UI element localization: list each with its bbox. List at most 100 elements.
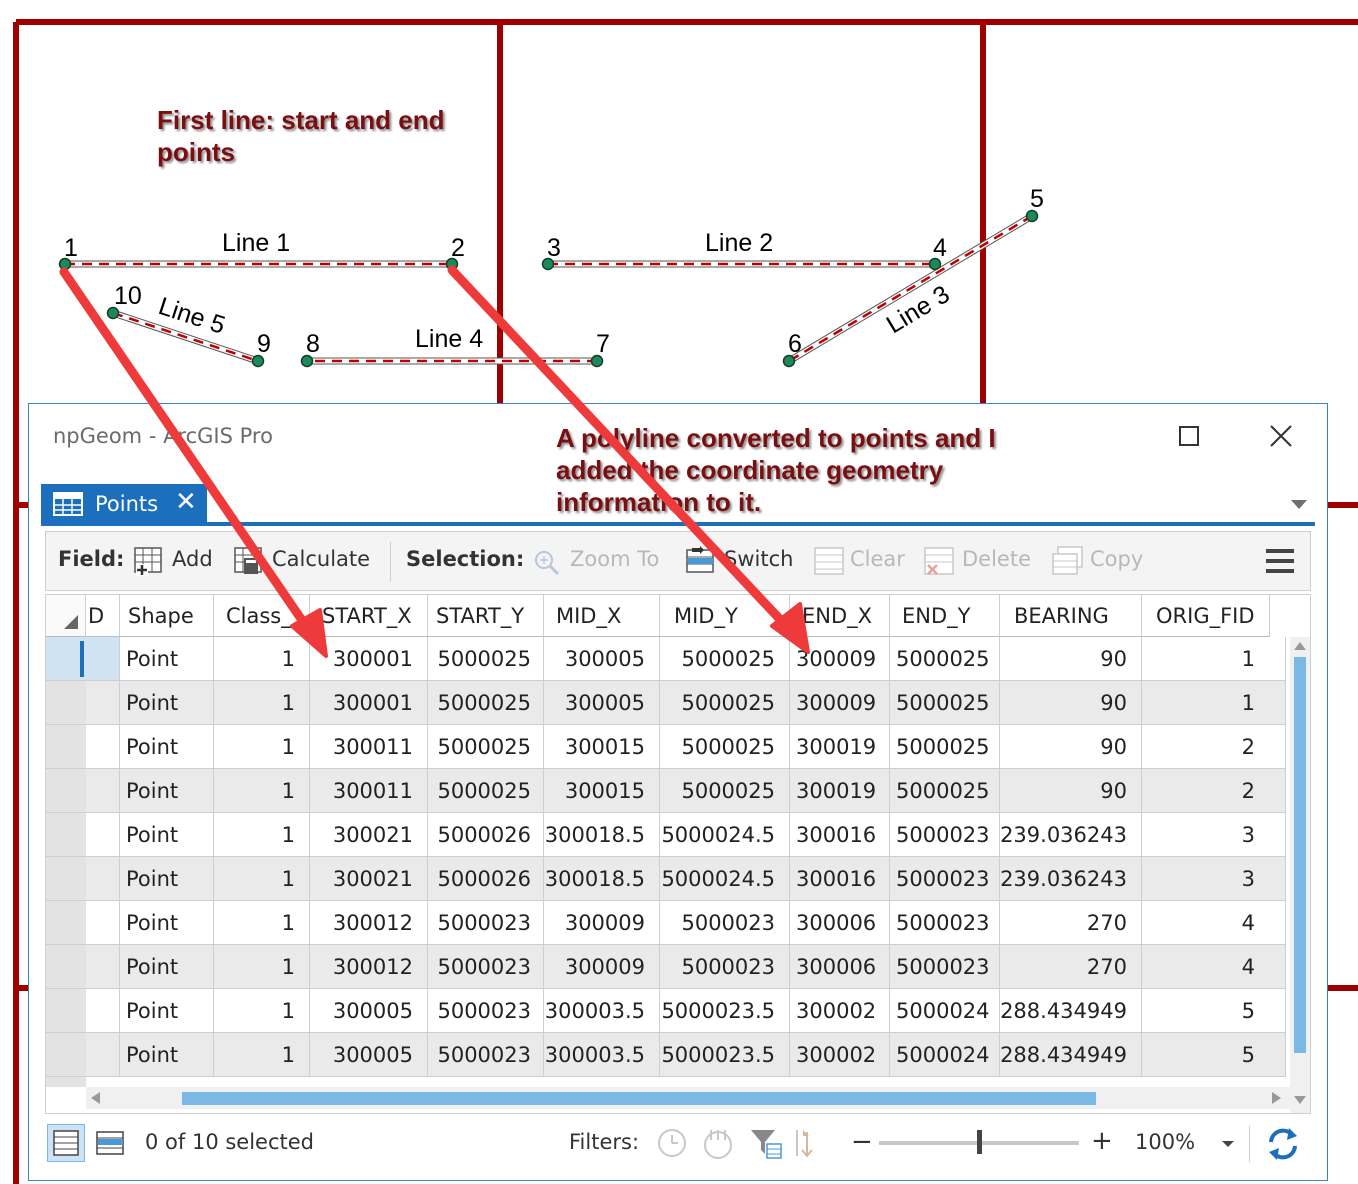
table-cell[interactable]: 5000024.5 bbox=[660, 857, 790, 901]
table-cell[interactable]: 1 bbox=[214, 813, 310, 857]
add-field-button[interactable]: Add bbox=[172, 547, 213, 571]
table-cell[interactable]: 5 bbox=[1142, 1033, 1286, 1077]
table-cell[interactable]: 300018.5 bbox=[544, 857, 660, 901]
row-selector[interactable] bbox=[46, 637, 86, 681]
table-cell[interactable]: 2 bbox=[1142, 769, 1286, 813]
table-cell[interactable]: 5000023 bbox=[890, 945, 1000, 989]
table-cell[interactable]: 5000024 bbox=[890, 989, 1000, 1033]
table-row[interactable]: Point 1 300001 5000025 300005 5000025 300009 50… bbox=[46, 681, 1286, 725]
row-selector[interactable] bbox=[46, 769, 86, 813]
table-cell[interactable]: 1 bbox=[214, 945, 310, 989]
table-cell-d[interactable] bbox=[86, 725, 120, 769]
row-selector[interactable] bbox=[46, 857, 86, 901]
table-cell[interactable]: 239.036243 bbox=[1000, 813, 1142, 857]
table-cell[interactable]: 300015 bbox=[544, 769, 660, 813]
vertical-scroll-thumb[interactable] bbox=[1294, 657, 1306, 1053]
table-cell[interactable]: 300005 bbox=[310, 1033, 428, 1077]
table-cell[interactable]: 300002 bbox=[790, 989, 890, 1033]
table-cell[interactable]: 1 bbox=[214, 989, 310, 1033]
table-cell[interactable]: 5000024.5 bbox=[660, 813, 790, 857]
row-selector[interactable] bbox=[46, 989, 86, 1033]
vertical-scrollbar[interactable] bbox=[1290, 637, 1310, 1113]
table-cell[interactable]: 288.434949 bbox=[1000, 989, 1142, 1033]
table-cell[interactable]: Point bbox=[120, 813, 214, 857]
menu-icon[interactable] bbox=[1266, 548, 1296, 580]
table-row[interactable]: Point 1 300011 5000025 300015 5000025 300019 50… bbox=[46, 769, 1286, 813]
table-cell-d[interactable] bbox=[86, 813, 120, 857]
table-cell[interactable]: Point bbox=[120, 769, 214, 813]
table-row[interactable]: Point 1 300005 5000023 300003.5 5000023.5 3000… bbox=[46, 1033, 1286, 1077]
tab-points[interactable]: Points ✕ bbox=[41, 484, 207, 524]
table-cell[interactable]: 1 bbox=[214, 725, 310, 769]
table-cell[interactable]: 288.434949 bbox=[1000, 1033, 1142, 1077]
table-cell[interactable]: 300019 bbox=[790, 769, 890, 813]
table-cell-d[interactable] bbox=[86, 901, 120, 945]
row-selector[interactable] bbox=[46, 813, 86, 857]
table-cell[interactable]: 300005 bbox=[310, 989, 428, 1033]
show-selected-records-button[interactable] bbox=[93, 1126, 129, 1162]
table-cell[interactable]: 270 bbox=[1000, 901, 1142, 945]
table-cell[interactable]: 4 bbox=[1142, 901, 1286, 945]
zoom-level[interactable]: 100% bbox=[1135, 1130, 1195, 1154]
table-cell-d[interactable] bbox=[86, 857, 120, 901]
table-cell[interactable]: 5000023.5 bbox=[660, 1033, 790, 1077]
table-cell[interactable]: 5000025 bbox=[428, 637, 544, 681]
table-cell[interactable]: 1 bbox=[214, 857, 310, 901]
column-header-end-y[interactable]: END_Y bbox=[890, 595, 1000, 637]
zoom-out-button[interactable]: − bbox=[851, 1127, 873, 1157]
table-cell[interactable]: 300009 bbox=[790, 681, 890, 725]
calculate-field-button[interactable]: Calculate bbox=[272, 547, 370, 571]
table-cell[interactable]: 1 bbox=[214, 1033, 310, 1077]
table-row[interactable]: Point 1 300021 5000026 300018.5 5000024.5 3000… bbox=[46, 857, 1286, 901]
zoom-to-button[interactable]: Zoom To bbox=[570, 547, 659, 571]
table-cell[interactable]: 5000026 bbox=[428, 813, 544, 857]
table-cell[interactable]: 300003.5 bbox=[544, 989, 660, 1033]
table-cell[interactable]: 90 bbox=[1000, 725, 1142, 769]
table-cell[interactable]: 300005 bbox=[544, 637, 660, 681]
table-cell[interactable]: 90 bbox=[1000, 769, 1142, 813]
sort-icon[interactable] bbox=[789, 1126, 817, 1164]
table-cell[interactable]: 5000025 bbox=[890, 637, 1000, 681]
table-cell[interactable]: 5000023 bbox=[660, 945, 790, 989]
table-cell[interactable]: 5000025 bbox=[660, 681, 790, 725]
table-cell[interactable]: 5000025 bbox=[428, 681, 544, 725]
table-cell-d[interactable] bbox=[86, 989, 120, 1033]
table-cell[interactable]: 1 bbox=[214, 901, 310, 945]
column-header-d[interactable]: D bbox=[86, 595, 120, 637]
table-cell[interactable]: 5000023 bbox=[890, 813, 1000, 857]
tab-close-icon[interactable]: ✕ bbox=[175, 487, 197, 517]
row-selector[interactable] bbox=[46, 725, 86, 769]
table-cell[interactable]: 300001 bbox=[310, 637, 428, 681]
select-all-corner[interactable] bbox=[46, 595, 86, 637]
table-cell[interactable]: 4 bbox=[1142, 945, 1286, 989]
table-cell[interactable]: 300012 bbox=[310, 945, 428, 989]
table-cell[interactable]: 5000026 bbox=[428, 857, 544, 901]
column-header-mid-y[interactable]: MID_Y bbox=[660, 595, 790, 637]
table-cell[interactable]: 300009 bbox=[544, 901, 660, 945]
table-cell[interactable]: 300002 bbox=[790, 1033, 890, 1077]
table-cell[interactable]: Point bbox=[120, 945, 214, 989]
table-cell[interactable]: 5000023 bbox=[428, 1033, 544, 1077]
column-header-orig-fid[interactable]: ORIG_FID bbox=[1142, 595, 1270, 637]
table-cell[interactable]: 3 bbox=[1142, 857, 1286, 901]
show-all-records-button[interactable] bbox=[47, 1124, 85, 1162]
table-cell[interactable]: 5000023.5 bbox=[660, 989, 790, 1033]
zoom-dropdown-chevron-down-icon[interactable] bbox=[1221, 1134, 1235, 1153]
table-cell[interactable]: 1 bbox=[1142, 637, 1286, 681]
table-cell[interactable]: Point bbox=[120, 857, 214, 901]
table-cell[interactable]: 1 bbox=[214, 637, 310, 681]
delete-button[interactable]: Delete bbox=[962, 547, 1031, 571]
table-row[interactable]: Point 1 300011 5000025 300015 5000025 300019 50… bbox=[46, 725, 1286, 769]
column-header-class[interactable]: Class_ bbox=[214, 595, 310, 637]
maximize-icon[interactable] bbox=[1169, 416, 1209, 456]
table-cell-d[interactable] bbox=[86, 637, 120, 681]
table-cell[interactable]: 5000025 bbox=[660, 637, 790, 681]
table-cell[interactable]: 300011 bbox=[310, 725, 428, 769]
row-selector[interactable] bbox=[46, 681, 86, 725]
column-header-start-x[interactable]: START_X bbox=[310, 595, 428, 637]
clear-selection-button[interactable]: Clear bbox=[850, 547, 905, 571]
table-cell[interactable]: 5000025 bbox=[890, 681, 1000, 725]
row-selector[interactable] bbox=[46, 901, 86, 945]
table-cell[interactable]: 300005 bbox=[544, 681, 660, 725]
table-cell[interactable]: Point bbox=[120, 725, 214, 769]
